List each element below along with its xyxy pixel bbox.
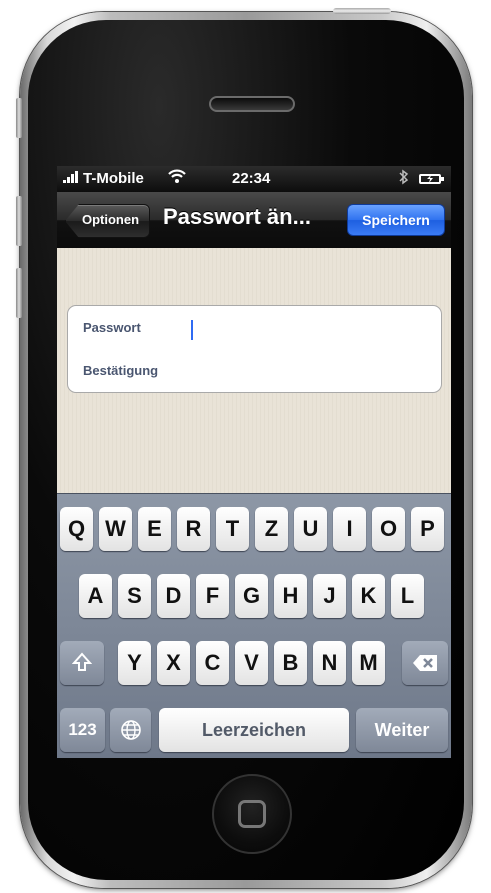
key-v[interactable]: V — [235, 641, 268, 685]
key-t[interactable]: T — [216, 507, 249, 551]
key-p[interactable]: P — [411, 507, 444, 551]
key-d[interactable]: D — [157, 574, 190, 618]
numbers-key[interactable]: 123 — [60, 708, 105, 752]
password-form: Passwort Bestätigung — [67, 305, 442, 393]
earpiece-speaker — [209, 96, 295, 112]
battery-charging-icon — [419, 174, 444, 184]
shift-arrow-icon — [71, 652, 93, 671]
carrier-name: T-Mobile — [83, 170, 144, 187]
status-time: 22:34 — [232, 170, 271, 187]
home-button[interactable] — [212, 774, 292, 854]
key-f[interactable]: F — [196, 574, 229, 618]
page-title: Passwort än... — [163, 204, 311, 229]
keyboard: Q W E R T Z U I O P A S D F G H J K L Y … — [57, 493, 451, 758]
backspace-key[interactable] — [402, 641, 448, 685]
key-y[interactable]: Y — [118, 641, 151, 685]
key-b[interactable]: B — [274, 641, 307, 685]
bluetooth-icon — [399, 169, 409, 189]
key-s[interactable]: S — [118, 574, 151, 618]
power-button[interactable] — [333, 8, 391, 14]
key-h[interactable]: H — [274, 574, 307, 618]
home-square-icon — [238, 800, 266, 828]
key-i[interactable]: I — [333, 507, 366, 551]
content-area: Passwort Bestätigung — [57, 248, 451, 493]
key-l[interactable]: L — [391, 574, 424, 618]
back-button[interactable]: Optionen — [65, 204, 151, 238]
carrier-group: T-Mobile — [63, 170, 144, 187]
phone-screen: T-Mobile 22:34 Optionen Passwort än... S… — [57, 166, 451, 758]
key-w[interactable]: W — [99, 507, 132, 551]
backspace-icon — [413, 655, 437, 671]
navigation-bar: Optionen Passwort än... Speichern — [57, 192, 451, 249]
return-key[interactable]: Weiter — [356, 708, 448, 752]
globe-icon — [120, 720, 141, 740]
key-m[interactable]: M — [352, 641, 385, 685]
key-q[interactable]: Q — [60, 507, 93, 551]
confirm-field[interactable] — [178, 352, 433, 386]
key-a[interactable]: A — [79, 574, 112, 618]
password-label: Passwort — [83, 320, 141, 335]
volume-up-button[interactable] — [16, 196, 22, 246]
space-key[interactable]: Leerzeichen — [159, 708, 349, 752]
key-u[interactable]: U — [294, 507, 327, 551]
key-j[interactable]: J — [313, 574, 346, 618]
volume-down-button[interactable] — [16, 268, 22, 318]
key-e[interactable]: E — [138, 507, 171, 551]
save-button[interactable]: Speichern — [347, 204, 445, 236]
key-g[interactable]: G — [235, 574, 268, 618]
key-r[interactable]: R — [177, 507, 210, 551]
wifi-icon — [167, 167, 187, 190]
globe-key[interactable] — [110, 708, 151, 752]
password-field[interactable] — [191, 320, 193, 340]
signal-bars-icon — [63, 170, 79, 187]
key-k[interactable]: K — [352, 574, 385, 618]
shift-key[interactable] — [60, 641, 104, 685]
status-bar: T-Mobile 22:34 — [57, 166, 451, 192]
mute-switch[interactable] — [16, 98, 22, 138]
key-z[interactable]: Z — [255, 507, 288, 551]
confirm-label: Bestätigung — [83, 363, 159, 378]
key-x[interactable]: X — [157, 641, 190, 685]
key-o[interactable]: O — [372, 507, 405, 551]
key-c[interactable]: C — [196, 641, 229, 685]
key-n[interactable]: N — [313, 641, 346, 685]
